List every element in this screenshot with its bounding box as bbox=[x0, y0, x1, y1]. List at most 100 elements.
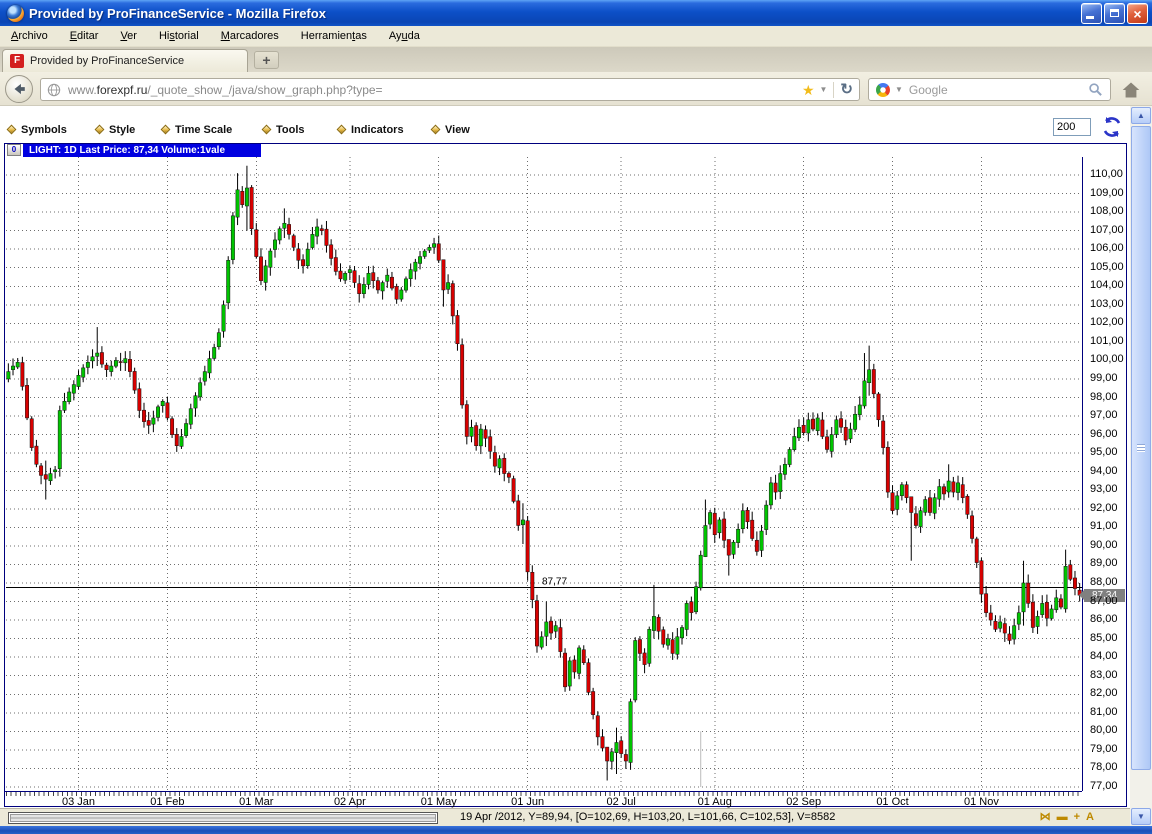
title-bar[interactable]: Provided by ProFinanceService - Mozilla … bbox=[0, 0, 1152, 26]
candle bbox=[937, 479, 942, 507]
price-tick-label: 109,00 bbox=[1090, 186, 1124, 199]
candle bbox=[913, 506, 918, 529]
globe-icon bbox=[47, 83, 61, 96]
candle bbox=[525, 516, 530, 581]
candle bbox=[834, 415, 839, 438]
candle bbox=[581, 645, 586, 665]
candle bbox=[885, 441, 890, 498]
menu-ayuda[interactable]: Ayuda bbox=[378, 26, 431, 47]
menu-ver[interactable]: Ver bbox=[109, 26, 148, 47]
price-tick-label: 108,00 bbox=[1090, 205, 1124, 218]
reload-icon[interactable]: ↻ bbox=[840, 82, 853, 97]
menu-marcadores[interactable]: Marcadores bbox=[210, 26, 290, 47]
menu-archivo[interactable]: Archivo bbox=[0, 26, 59, 47]
candle bbox=[787, 447, 792, 468]
candle bbox=[942, 483, 946, 501]
back-arrow-icon bbox=[14, 83, 25, 95]
diamond-icon bbox=[430, 124, 441, 135]
chart-menu-indicators[interactable]: Indicators bbox=[336, 121, 404, 138]
bowtie-icon[interactable]: ⋈ bbox=[1040, 810, 1051, 825]
candle bbox=[188, 403, 193, 430]
candle bbox=[29, 416, 34, 451]
candle bbox=[1068, 559, 1073, 582]
candle bbox=[193, 392, 198, 417]
minimize-button[interactable] bbox=[1081, 2, 1102, 24]
scroll-up-button[interactable]: ▲ bbox=[1131, 107, 1151, 124]
minus-icon[interactable]: ▬ bbox=[1057, 810, 1068, 825]
candle bbox=[694, 581, 698, 615]
search-icon[interactable] bbox=[1088, 82, 1103, 97]
bookmark-star-icon[interactable]: ★ bbox=[802, 83, 815, 97]
plus-icon[interactable]: + bbox=[1074, 810, 1080, 825]
close-button[interactable]: × bbox=[1127, 2, 1148, 24]
candle bbox=[273, 232, 277, 258]
home-button[interactable] bbox=[1118, 77, 1144, 102]
candle bbox=[736, 523, 741, 548]
menu-editar[interactable]: Editar bbox=[59, 26, 110, 47]
price-tick-label: 89,00 bbox=[1090, 557, 1118, 570]
scroll-down-button[interactable]: ▼ bbox=[1131, 808, 1151, 825]
candle bbox=[48, 467, 53, 485]
scrollbar-thumb[interactable] bbox=[1131, 126, 1151, 770]
diamond-icon bbox=[160, 124, 171, 135]
search-engine-dropdown-icon[interactable]: ▼ bbox=[895, 85, 903, 94]
candle bbox=[848, 422, 853, 443]
refresh-button[interactable] bbox=[1100, 115, 1124, 139]
chart-menu-symbols[interactable]: Symbols bbox=[6, 121, 67, 138]
candle bbox=[71, 380, 76, 401]
restore-button[interactable] bbox=[1104, 2, 1125, 24]
candle bbox=[951, 476, 956, 498]
candle bbox=[988, 604, 993, 626]
candle bbox=[974, 536, 979, 568]
bars-count-input[interactable] bbox=[1053, 118, 1091, 136]
chart-menu-tools[interactable]: Tools bbox=[261, 121, 305, 138]
url-input[interactable]: www.forexpf.ru/_quote_show_/java/show_gr… bbox=[40, 78, 860, 101]
candle bbox=[301, 254, 306, 274]
chart-properties-icon[interactable]: 0 bbox=[7, 144, 21, 156]
chart-menu-time-scale[interactable]: Time Scale bbox=[160, 121, 232, 138]
candle bbox=[530, 565, 535, 609]
chart-menu-label: View bbox=[445, 123, 470, 136]
candle bbox=[394, 283, 399, 304]
chart-menu-view[interactable]: View bbox=[430, 121, 470, 138]
candle bbox=[6, 363, 11, 383]
back-button[interactable] bbox=[5, 75, 33, 103]
search-bar[interactable]: ▼ bbox=[868, 78, 1111, 101]
url-dropdown-icon[interactable]: ▼ bbox=[820, 85, 828, 94]
menu-historial[interactable]: Historial bbox=[148, 26, 210, 47]
candle bbox=[928, 490, 932, 516]
candle bbox=[656, 614, 661, 640]
price-tick-label: 100,00 bbox=[1090, 353, 1124, 366]
candle bbox=[235, 173, 240, 226]
candle bbox=[553, 620, 558, 638]
vertical-scrollbar[interactable]: ▲ ▼ bbox=[1130, 106, 1152, 826]
chart-menu-style[interactable]: Style bbox=[94, 121, 135, 138]
google-logo-icon[interactable] bbox=[876, 82, 890, 97]
price-tick-label: 96,00 bbox=[1090, 427, 1118, 440]
candle bbox=[843, 419, 848, 446]
candle bbox=[128, 350, 132, 378]
price-tick-label: 83,00 bbox=[1090, 668, 1118, 681]
candle bbox=[684, 600, 689, 637]
horizontal-scrollbar-thumb[interactable] bbox=[10, 814, 436, 822]
candle bbox=[726, 539, 731, 576]
candle bbox=[142, 402, 146, 428]
candlestick-plot[interactable]: 87,77 bbox=[6, 157, 1082, 791]
candle bbox=[174, 428, 179, 452]
candle bbox=[1073, 570, 1077, 596]
chart-canvas[interactable]: 87,77 bbox=[6, 157, 1082, 791]
candle bbox=[287, 217, 291, 240]
horizontal-scrollbar[interactable] bbox=[8, 812, 438, 824]
candle bbox=[782, 457, 787, 480]
candle bbox=[165, 396, 170, 421]
navigation-toolbar: www.forexpf.ru/_quote_show_/java/show_gr… bbox=[0, 72, 1152, 106]
search-input[interactable] bbox=[908, 82, 1088, 97]
tab-provided-by-profinanceservice[interactable]: F Provided by ProFinanceService bbox=[2, 49, 248, 72]
menu-herramientas[interactable]: Herramientas bbox=[290, 26, 378, 47]
candle bbox=[1012, 618, 1017, 645]
label-a-icon[interactable]: A bbox=[1086, 810, 1094, 825]
candle bbox=[778, 465, 783, 500]
candle bbox=[862, 353, 867, 409]
price-tick-label: 78,00 bbox=[1090, 761, 1118, 774]
new-tab-button[interactable]: + bbox=[254, 51, 279, 69]
